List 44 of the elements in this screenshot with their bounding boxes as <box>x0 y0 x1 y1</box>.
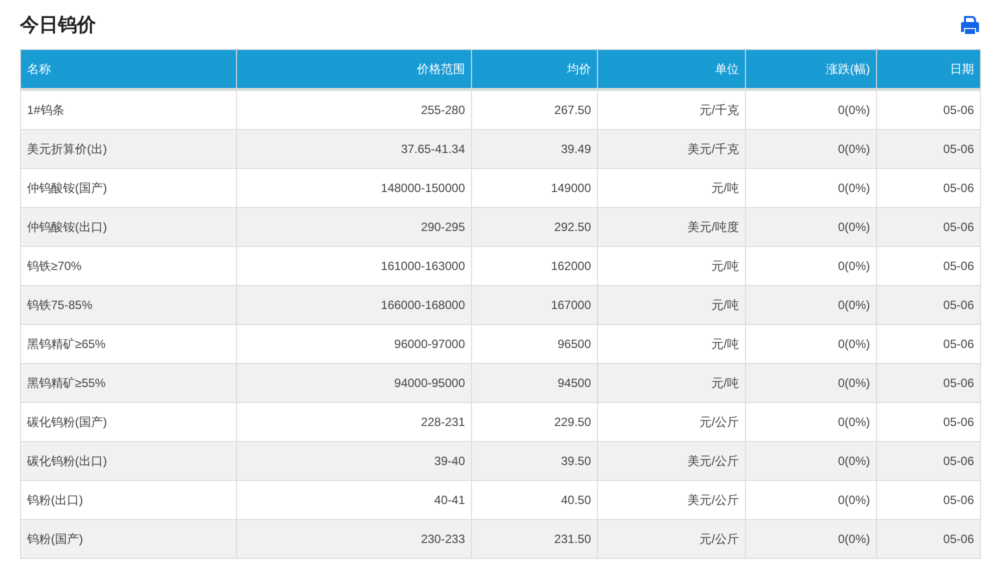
table-cell: 黑钨精矿≥55% <box>20 364 236 402</box>
table-cell: 0(0%) <box>746 286 876 324</box>
table-cell: 39-40 <box>236 442 472 480</box>
column-header: 名称 <box>20 50 236 90</box>
table-cell: 290-295 <box>236 208 472 246</box>
table-cell: 美元/千克 <box>598 130 746 168</box>
table-cell: 05-06 <box>876 208 980 246</box>
table-cell: 美元/公斤 <box>598 442 746 480</box>
table-cell: 钨粉(国产) <box>20 520 236 558</box>
table-cell: 39.49 <box>472 130 598 168</box>
table-cell: 37.65-41.34 <box>236 130 472 168</box>
table-cell: 167000 <box>472 286 598 324</box>
table-cell: 美元折算价(出) <box>20 130 236 168</box>
page-title: 今日钨价 <box>20 14 96 38</box>
column-header: 日期 <box>876 50 980 90</box>
table-cell: 碳化钨粉(出口) <box>20 442 236 480</box>
print-icon[interactable] <box>960 16 980 34</box>
table-cell: 0(0%) <box>746 520 876 558</box>
table-cell: 仲钨酸铵(出口) <box>20 208 236 246</box>
table-cell: 230-233 <box>236 520 472 558</box>
table-cell: 元/公斤 <box>598 520 746 558</box>
table-cell: 05-06 <box>876 364 980 402</box>
table-cell: 钨铁75-85% <box>20 286 236 324</box>
table-cell: 0(0%) <box>746 442 876 480</box>
table-cell: 0(0%) <box>746 208 876 246</box>
table-cell: 166000-168000 <box>236 286 472 324</box>
table-cell: 元/吨 <box>598 364 746 402</box>
table-cell: 94000-95000 <box>236 364 472 402</box>
table-cell: 美元/吨度 <box>598 208 746 246</box>
table-cell: 94500 <box>472 364 598 402</box>
table-cell: 0(0%) <box>746 130 876 168</box>
column-header: 均价 <box>472 50 598 90</box>
table-cell: 292.50 <box>472 208 598 246</box>
column-header: 单位 <box>598 50 746 90</box>
table-cell: 元/吨 <box>598 286 746 324</box>
table-cell: 05-06 <box>876 130 980 168</box>
table-cell: 05-06 <box>876 520 980 558</box>
column-header: 涨跌(幅) <box>746 50 876 90</box>
table-cell: 05-06 <box>876 286 980 324</box>
table-cell: 39.50 <box>472 442 598 480</box>
column-header: 价格范围 <box>236 50 472 90</box>
table-cell: 05-06 <box>876 442 980 480</box>
table-cell: 0(0%) <box>746 364 876 402</box>
table-cell: 231.50 <box>472 520 598 558</box>
